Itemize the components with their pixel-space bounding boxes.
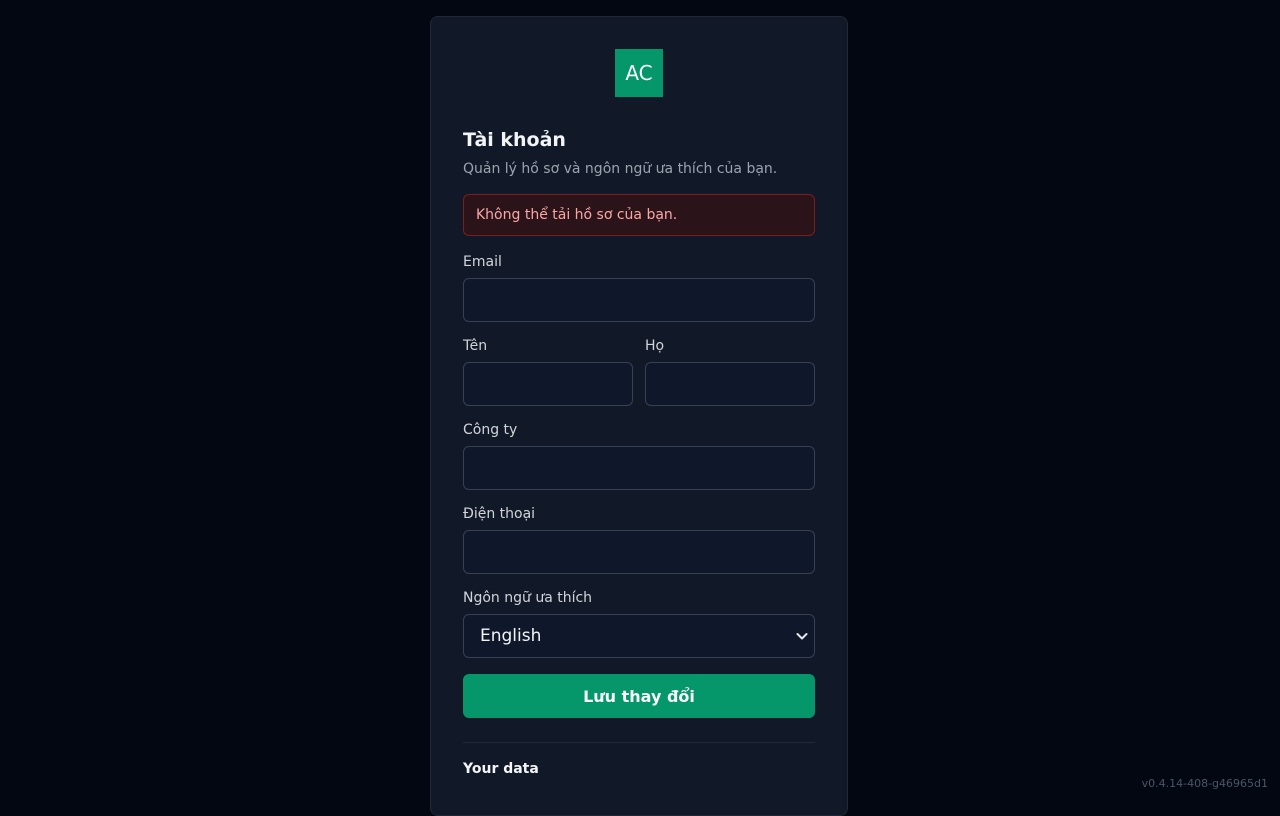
your-data-title: Your data (463, 761, 815, 777)
first-name-field[interactable] (463, 362, 633, 406)
section-divider (463, 742, 815, 743)
phone-field[interactable] (463, 530, 815, 574)
language-field-group: Ngôn ngữ ưa thích English (463, 590, 815, 658)
error-alert-message: Không thể tải hồ sơ của bạn. (476, 207, 677, 223)
page-subtitle: Quản lý hồ sơ và ngôn ngữ ưa thích của b… (463, 161, 815, 177)
chevron-down-icon (794, 628, 810, 644)
account-card: AC Tài khoản Quản lý hồ sơ và ngôn ngữ ư… (430, 16, 848, 816)
language-label: Ngôn ngữ ưa thích (463, 590, 815, 606)
language-select[interactable]: English (463, 614, 815, 658)
name-row: Tên Họ (463, 338, 815, 422)
logo-container: AC (463, 49, 815, 97)
logo: AC (615, 49, 663, 97)
phone-field-group: Điện thoại (463, 506, 815, 574)
email-field[interactable] (463, 278, 815, 322)
version-label: v0.4.14-408-g46965d1 (1142, 777, 1268, 790)
email-label: Email (463, 254, 815, 270)
page-title: Tài khoản (463, 129, 815, 151)
error-alert: Không thể tải hồ sơ của bạn. (463, 194, 815, 236)
company-label: Công ty (463, 422, 815, 438)
last-name-field-group: Họ (645, 338, 815, 406)
email-field-group: Email (463, 254, 815, 322)
first-name-field-group: Tên (463, 338, 633, 406)
last-name-field[interactable] (645, 362, 815, 406)
save-button[interactable]: Lưu thay đổi (463, 674, 815, 718)
company-field-group: Công ty (463, 422, 815, 490)
company-field[interactable] (463, 446, 815, 490)
last-name-label: Họ (645, 338, 815, 354)
first-name-label: Tên (463, 338, 633, 354)
language-select-value: English (480, 626, 541, 646)
phone-label: Điện thoại (463, 506, 815, 522)
